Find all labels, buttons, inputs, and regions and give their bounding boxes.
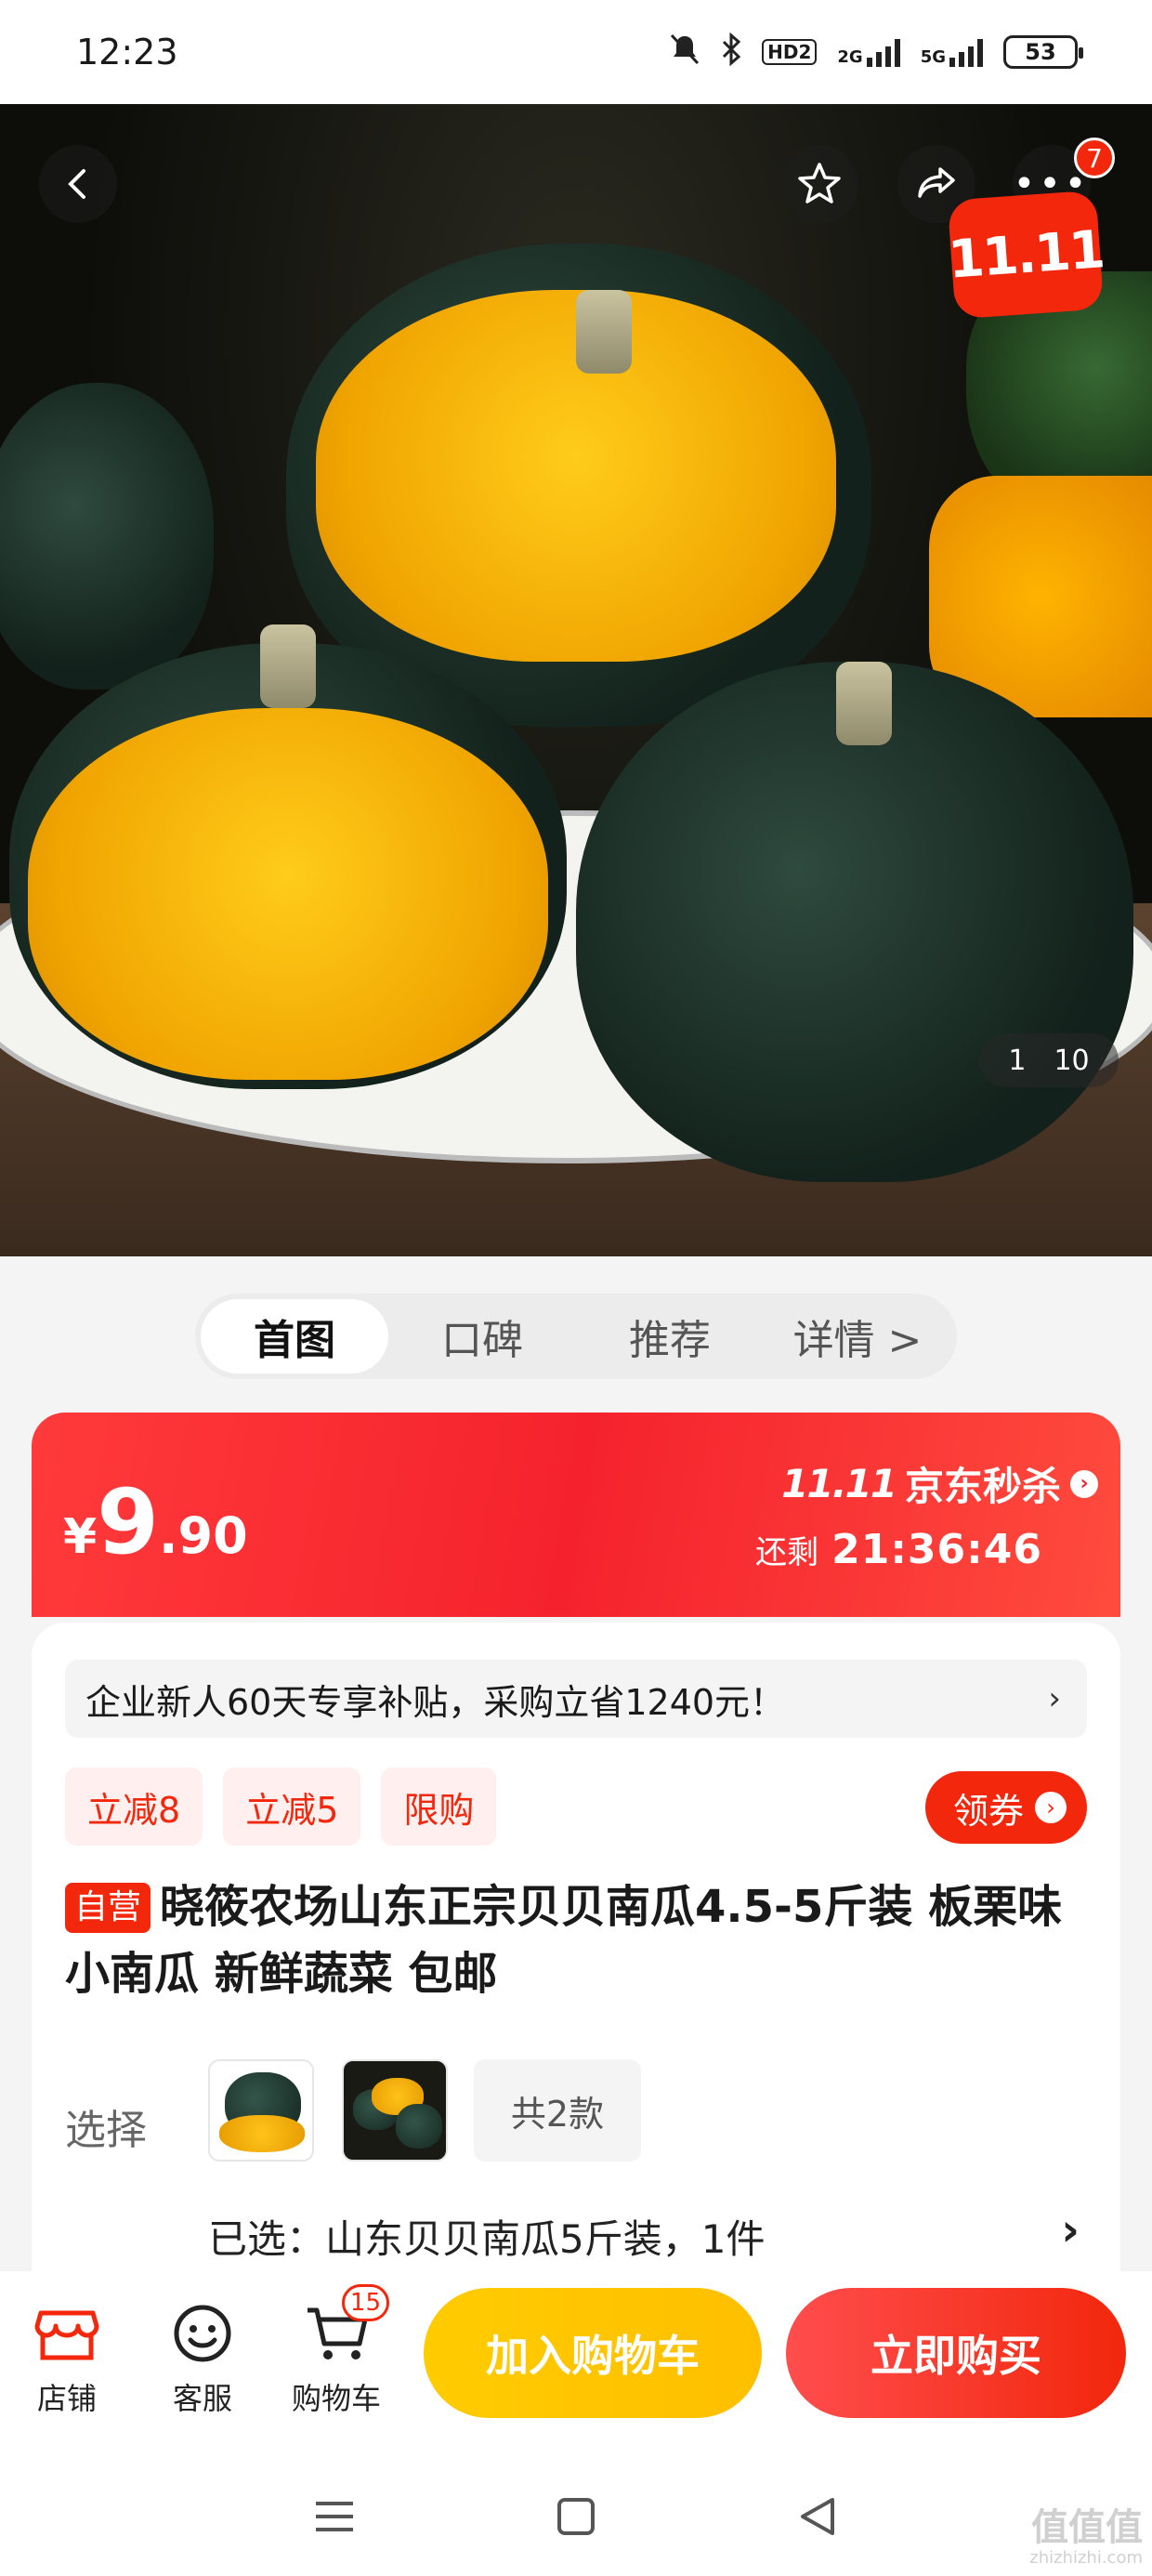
- bluetooth-icon: [721, 32, 741, 72]
- price-card: ¥ 9 .90 11.11 京东秒杀 › 还剩 21:36:46: [32, 1413, 1120, 1617]
- variant-image: [396, 2104, 442, 2149]
- signal-2g: 2G: [837, 37, 900, 67]
- buy-now-button[interactable]: 立即购买: [786, 2288, 1126, 2418]
- promo-tag[interactable]: 限购: [381, 1768, 497, 1846]
- hero-pumpkin-stem: [260, 624, 316, 708]
- promo-tag[interactable]: 立减5: [223, 1768, 361, 1846]
- square-icon: [557, 2498, 595, 2535]
- store-button[interactable]: 店铺: [11, 2299, 123, 2418]
- coupon-label: 领券: [952, 1790, 1024, 1832]
- hero-pumpkin: [0, 383, 214, 690]
- chevron-right-icon: ›: [1070, 1469, 1098, 1498]
- star-icon: [798, 163, 841, 204]
- pager-current: 1: [1008, 1044, 1027, 1077]
- battery-indicator: 53: [1003, 35, 1083, 69]
- watermark-logo: 值值值: [1031, 2506, 1143, 2549]
- chat-smile-icon: [168, 2299, 237, 2368]
- variant-image: [219, 2115, 305, 2152]
- system-navigation-bar: [0, 2457, 1152, 2576]
- countdown-label: 还剩: [755, 1534, 819, 1571]
- customer-service-button[interactable]: 客服: [147, 2299, 258, 2418]
- chevron-right-icon[interactable]: ›: [1061, 2204, 1080, 2256]
- hd-indicator: HD2: [762, 39, 818, 65]
- countdown: 还剩 21:36:46: [755, 1526, 1042, 1573]
- product-info-card: 企业新人60天专享补贴，采购立省1240元！ › 立减8 立减5 限购 领券 ›…: [32, 1623, 1120, 2273]
- triangle-back-icon: [801, 2498, 834, 2535]
- price: ¥ 9 .90: [63, 1478, 248, 1567]
- product-title-text: 晓筱农场山东正宗贝贝南瓜4.5-5斤装 板栗味小南瓜 新鲜蔬菜 包邮: [65, 1881, 1063, 2000]
- watermark-url: zhizhizhi.com: [1029, 2548, 1143, 2568]
- status-time: 12:23: [76, 32, 178, 72]
- store-label: 店铺: [36, 2381, 97, 2416]
- promo-tags: 立减8 立减5 限购: [65, 1768, 497, 1846]
- more-badge: 7: [1074, 138, 1115, 178]
- tab-recommend[interactable]: 推荐: [576, 1299, 764, 1373]
- status-icons: HD2 2G 5G 53: [669, 32, 1083, 72]
- variant-thumbnail[interactable]: [342, 2059, 448, 2162]
- pager-total: 10: [1054, 1044, 1090, 1077]
- select-label: 选择: [65, 2107, 147, 2154]
- hero-pumpkin-stem: [836, 662, 892, 745]
- cart-button[interactable]: 15 购物车: [281, 2284, 392, 2418]
- price-currency: ¥: [63, 1509, 98, 1565]
- banner-text: 企业新人60天专享补贴，采购立省1240元！: [85, 1681, 786, 1723]
- watermark: 值值值 zhizhizhi.com: [1029, 2509, 1143, 2567]
- variant-count[interactable]: 共2款: [474, 2059, 641, 2162]
- double-eleven-badge: 11.11: [946, 190, 1106, 320]
- countdown-time: 21:36:46: [831, 1526, 1042, 1573]
- price-integer: 9: [97, 1470, 159, 1574]
- network-label: 5G: [920, 47, 946, 67]
- seckill-label[interactable]: 11.11 京东秒杀 ›: [781, 1455, 1098, 1512]
- cart-label: 购物车: [291, 2381, 381, 2416]
- mute-icon: [669, 33, 700, 72]
- favorite-button[interactable]: [780, 145, 858, 223]
- cart-icon: 15: [302, 2284, 389, 2368]
- back-arrow-icon: [68, 169, 85, 199]
- back-nav-button[interactable]: [790, 2489, 845, 2544]
- enterprise-subsidy-banner[interactable]: 企业新人60天专享补贴，采购立省1240元！ ›: [65, 1660, 1087, 1738]
- menu-lines-icon: [316, 2502, 353, 2531]
- self-operated-badge: 自营: [65, 1883, 151, 1933]
- hero-pumpkin-stem: [576, 290, 632, 374]
- menu-nav-button[interactable]: [307, 2489, 362, 2544]
- chevron-right-icon: ›: [1048, 1680, 1061, 1717]
- selected-variant[interactable]: 已选：山东贝贝南瓜5斤装，1件: [208, 2208, 765, 2265]
- seckill-title: 京东秒杀: [904, 1464, 1061, 1509]
- status-bar: 12:23 HD2 2G 5G 53: [0, 0, 1152, 104]
- promo-tag[interactable]: 立减8: [65, 1768, 203, 1846]
- price-decimal: .90: [158, 1506, 248, 1565]
- service-label: 客服: [172, 2381, 232, 2416]
- tab-details[interactable]: 详情 >: [764, 1299, 951, 1373]
- image-pager: 1 10: [979, 1033, 1119, 1087]
- variant-thumbnail[interactable]: [208, 2059, 314, 2162]
- back-button[interactable]: [39, 145, 117, 223]
- signal-5g: 5G: [921, 37, 983, 67]
- section-tabs: 首图 口碑 推荐 详情 >: [195, 1294, 957, 1379]
- hero-pumpkin-flesh: [28, 708, 548, 1080]
- get-coupon-button[interactable]: 领券 ›: [924, 1771, 1087, 1844]
- seckill-event: 11.11: [781, 1461, 897, 1506]
- tab-reviews[interactable]: 口碑: [388, 1299, 576, 1373]
- store-icon: [33, 2299, 101, 2368]
- add-to-cart-button[interactable]: 加入购物车: [424, 2288, 762, 2418]
- tab-main-image[interactable]: 首图: [201, 1299, 388, 1373]
- cart-count-badge: 15: [341, 2284, 389, 2321]
- product-title: 自营 晓筱农场山东正宗贝贝南瓜4.5-5斤装 板栗味小南瓜 新鲜蔬菜 包邮: [65, 1873, 1096, 2007]
- home-nav-button[interactable]: [548, 2489, 604, 2544]
- chevron-right-icon: ›: [1035, 1792, 1067, 1823]
- network-label: 2G: [837, 47, 863, 67]
- share-icon: [918, 167, 955, 198]
